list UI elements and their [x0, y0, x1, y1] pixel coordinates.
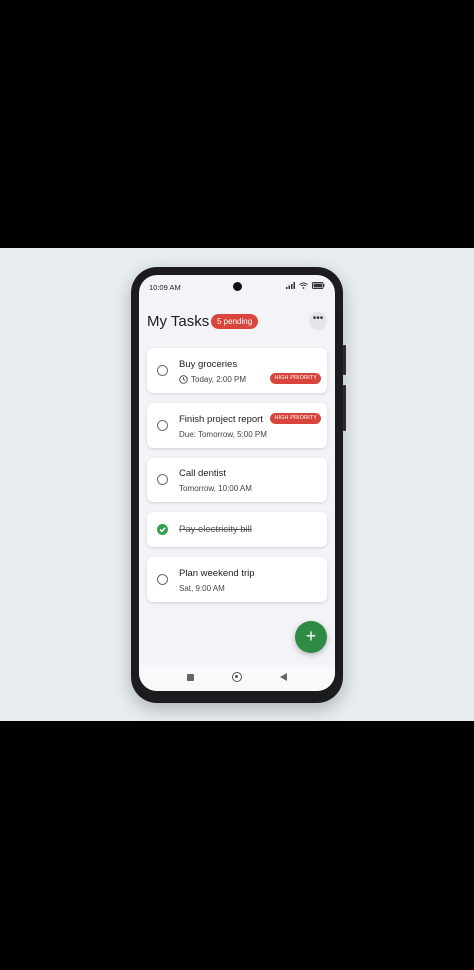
recent-apps-button[interactable]	[187, 674, 194, 681]
page-title: My Tasks	[147, 313, 210, 330]
status-icons	[286, 282, 325, 289]
priority-badge: HIGH PRIORITY	[270, 413, 321, 424]
power-button	[343, 345, 346, 375]
task-checkbox[interactable]	[157, 474, 168, 485]
task-title: Pay electricity bill	[179, 524, 252, 535]
task-checkbox-checked[interactable]	[157, 524, 168, 535]
pending-count-badge: 5 pending	[211, 314, 259, 329]
task-checkbox[interactable]	[157, 574, 168, 585]
add-task-button[interactable]: +	[295, 621, 327, 653]
task-checkbox[interactable]	[157, 365, 168, 376]
task-card-finish-project-report[interactable]: Finish project report Due: Tomorrow, 5:0…	[147, 403, 327, 448]
plus-icon: +	[305, 626, 317, 646]
task-card-plan-weekend-trip[interactable]: Plan weekend trip Sat, 9:00 AM	[147, 557, 327, 602]
task-due: Today, 2:00 PM	[179, 375, 246, 384]
back-button[interactable]	[280, 673, 287, 681]
tasks-header: My Tasks 5 pending •••	[139, 305, 335, 335]
more-options-button[interactable]: •••	[309, 312, 327, 330]
task-checkbox[interactable]	[157, 420, 168, 431]
task-title: Buy groceries	[179, 359, 238, 370]
task-card-call-dentist[interactable]: Call dentist Tomorrow, 10:00 AM	[147, 458, 327, 502]
task-due: Due: Tomorrow, 5:00 PM	[179, 430, 267, 439]
front-camera	[233, 282, 242, 291]
status-bar: 10:09 AM	[139, 275, 335, 297]
task-card-buy-groceries[interactable]: Buy groceries Today, 2:00 PM HIGH PRIORI…	[147, 348, 327, 393]
system-nav-bar	[139, 665, 335, 691]
wifi-icon	[299, 282, 308, 289]
task-title: Plan weekend trip	[179, 568, 255, 579]
task-due: Tomorrow, 10:00 AM	[179, 484, 252, 493]
task-due: Sat, 9:00 AM	[179, 584, 225, 593]
task-card-pay-electricity-bill[interactable]: Pay electricity bill	[147, 512, 327, 547]
phone-screen: 10:09 AM My Tasks 5 pending ••• Buy groc…	[139, 275, 335, 691]
task-due-text: Today, 2:00 PM	[191, 375, 246, 384]
checkmark-icon	[159, 526, 166, 532]
volume-button	[343, 385, 346, 431]
task-title: Call dentist	[179, 468, 226, 479]
clock-icon	[179, 375, 188, 384]
task-due-text: Due: Tomorrow, 5:00 PM	[179, 430, 267, 439]
home-button[interactable]	[232, 672, 242, 682]
more-horizontal-icon: •••	[312, 313, 324, 324]
task-due-text: Sat, 9:00 AM	[179, 584, 225, 593]
battery-icon	[312, 282, 325, 289]
status-time: 10:09 AM	[149, 283, 181, 292]
signal-icon	[286, 282, 295, 289]
priority-badge: HIGH PRIORITY	[270, 373, 321, 384]
task-due-text: Tomorrow, 10:00 AM	[179, 484, 252, 493]
task-title: Finish project report	[179, 414, 263, 425]
